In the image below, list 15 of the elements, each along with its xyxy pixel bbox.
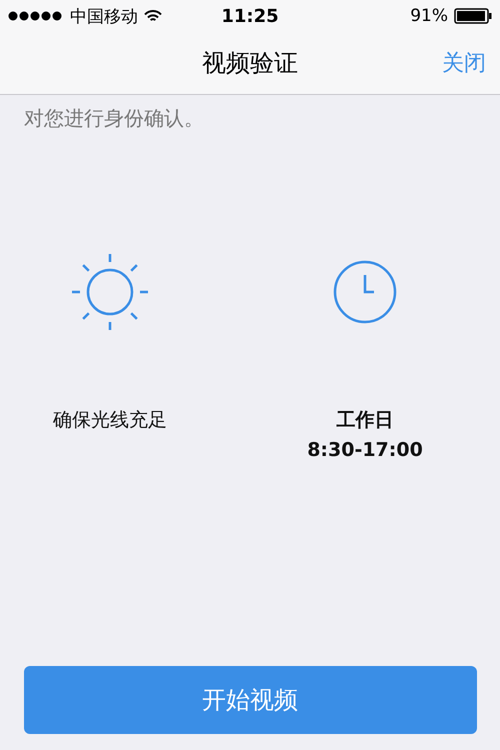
battery-icon <box>454 8 492 24</box>
intro-text: 对您进行身份确认。 <box>23 105 205 132</box>
carrier-name: 中国移动 <box>70 6 138 28</box>
signal-icon <box>8 11 64 21</box>
tip-text: 工作日 <box>336 408 394 433</box>
status-time: 11:25 <box>221 6 279 26</box>
tip-text: 8:30-17:00 <box>307 439 423 461</box>
sun-icon <box>71 253 149 331</box>
battery-percent: 91% <box>410 6 448 26</box>
start-video-button[interactable]: 开始视频 <box>24 666 476 734</box>
page-title: 视频验证 <box>202 48 298 79</box>
tip-text: 确保光线充足 <box>53 408 167 433</box>
close-button[interactable]: 关闭 <box>442 48 486 78</box>
wifi-icon <box>144 10 162 22</box>
clock-icon <box>332 259 398 325</box>
